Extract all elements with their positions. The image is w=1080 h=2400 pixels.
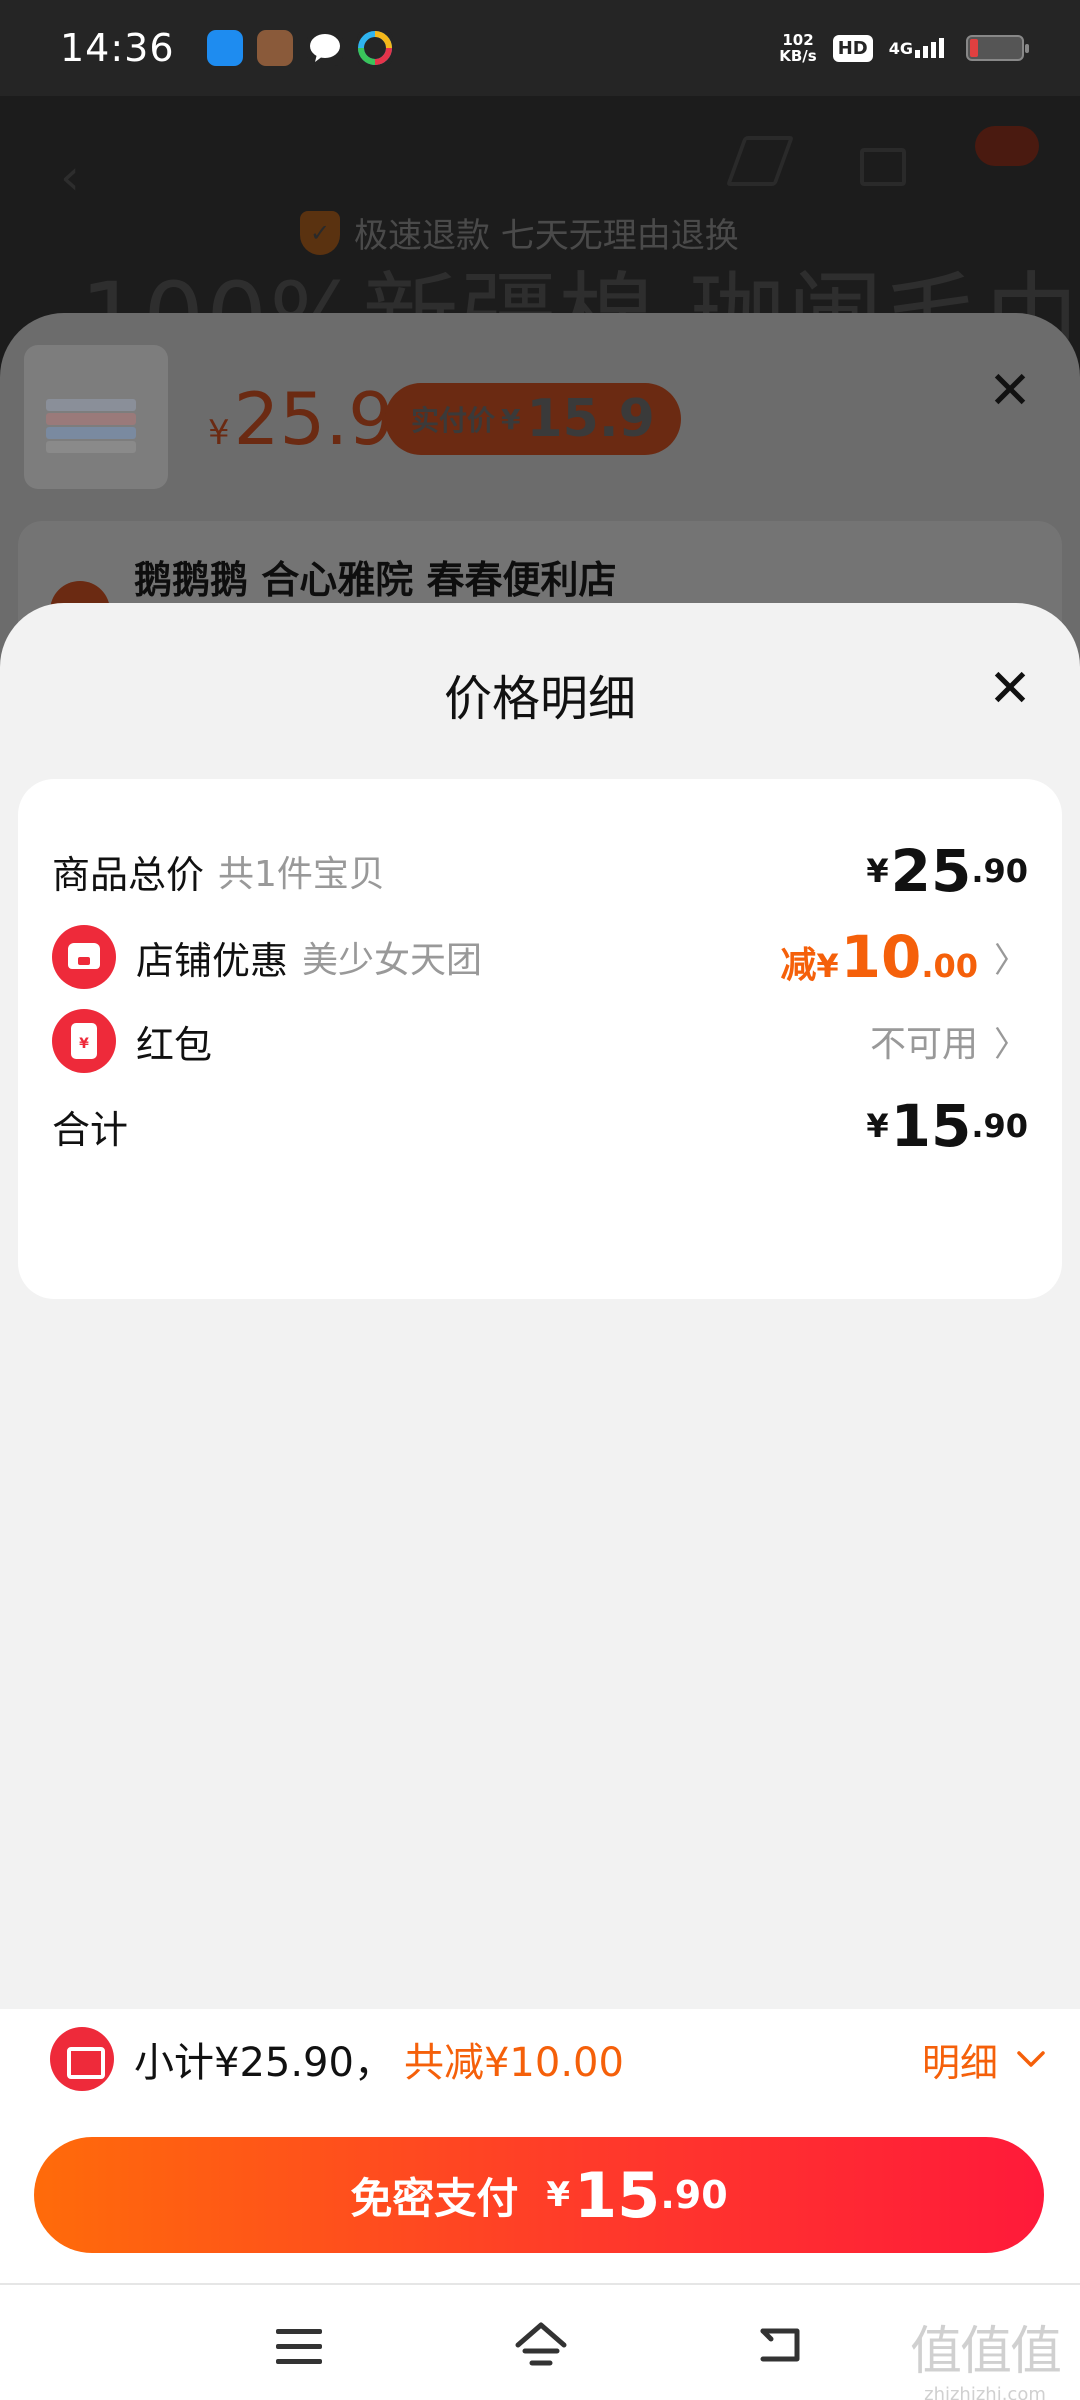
status-bar: 14:36 102 KB/s HD 4G	[0, 0, 1080, 96]
chevron-right-icon: 〉	[994, 1024, 1028, 1065]
network-type: 4G	[888, 39, 913, 58]
price-detail-sheet: 价格明细 ✕ 商品总价 共1件宝贝 ¥ 25 .90 店铺优惠 美少女天团 减 …	[0, 603, 1080, 2400]
hd-icon: HD	[832, 34, 873, 62]
actual-price-currency: ¥	[501, 402, 521, 436]
subtotal-row: 小计¥25.90， 共减¥10.00 明细	[0, 2009, 1080, 2109]
home-icon[interactable]	[514, 2321, 568, 2369]
shop-name: 美少女天团	[302, 940, 483, 981]
currency-symbol: ¥	[866, 1107, 889, 1145]
product-thumbnail	[24, 345, 168, 489]
sum-label: 合计	[52, 1107, 129, 1152]
game-icon	[256, 30, 293, 66]
price-decimal: .90	[971, 1107, 1028, 1145]
chevron-down-icon	[1016, 2042, 1046, 2077]
browser-icon	[356, 30, 393, 66]
actual-price-label: 实付价	[411, 404, 496, 437]
pay-amount-integer: 15	[574, 2158, 661, 2232]
price-integer: 25	[890, 837, 972, 905]
close-icon[interactable]: ✕	[984, 365, 1036, 417]
detail-label: 明细	[921, 2040, 998, 2085]
detail-toggle[interactable]: 明细	[922, 2032, 1046, 2087]
price-decimal: .00	[921, 947, 978, 985]
watermark-url: zhizhizhi.com	[924, 2384, 1046, 2400]
price-detail-card: 商品总价 共1件宝贝 ¥ 25 .90 店铺优惠 美少女天团 减 ¥ 10 .0…	[18, 779, 1062, 1299]
back-icon[interactable]	[757, 2325, 803, 2365]
sheet-title: 价格明细	[443, 671, 636, 727]
row-sum: 合计 ¥ 15 .90	[18, 1076, 1062, 1176]
actual-price-badge: 实付价 ¥ 15.9	[385, 383, 681, 455]
sum-value: ¥ 15 .90	[866, 1092, 1028, 1160]
red-packet-icon: ¥	[52, 1009, 116, 1073]
network-speed: 102 KB/s	[779, 32, 816, 64]
price-integer: 10	[840, 923, 922, 991]
product-price: ¥ 25.9	[208, 377, 394, 461]
price-currency: ¥	[208, 413, 230, 453]
chat-icon	[306, 30, 343, 66]
total-price-label: 商品总价	[52, 852, 205, 897]
price-integer: 15	[890, 1092, 972, 1160]
cart-icon	[860, 148, 906, 186]
system-nav-bar: 值值值 zhizhizhi.com	[0, 2283, 1080, 2400]
total-discount-text: 共减¥10.00	[403, 2040, 624, 2086]
notification-icons	[206, 30, 393, 66]
discount-prefix: 减	[780, 945, 817, 986]
red-packet-label: 红包	[136, 1022, 213, 1067]
cart-badge	[975, 126, 1039, 166]
watermark-text: 值值值	[910, 2322, 1062, 2382]
pay-currency: ¥	[546, 2175, 571, 2215]
pay-label: 免密支付	[350, 2173, 519, 2223]
shop-discount-value: 减 ¥ 10 .00 〉	[780, 923, 1028, 991]
close-icon[interactable]: ✕	[984, 663, 1036, 715]
watermark-logo: 值值值 zhizhizhi.com	[910, 2309, 1062, 2400]
ticket-icon	[50, 2027, 114, 2091]
price-value: 25.9	[233, 377, 394, 461]
price-decimal: .90	[971, 852, 1028, 890]
total-price-value: ¥ 25 .90	[866, 837, 1028, 905]
shop-names: 鹅鹅鹅 合心雅院 春春便利店	[134, 558, 617, 602]
currency-symbol: ¥	[866, 852, 889, 890]
back-arrow-icon: ‹	[60, 148, 80, 206]
status-indicators: 102 KB/s HD 4G	[779, 32, 1029, 64]
row-total-price: 商品总价 共1件宝贝 ¥ 25 .90	[18, 821, 1062, 921]
subtotal-text: 小计¥25.90，	[134, 2040, 394, 2086]
checkout-footer: 小计¥25.90， 共减¥10.00 明细 免密支付 ¥ 15 .90 值值值 …	[0, 2009, 1080, 2400]
pay-amount-decimal: .90	[660, 2173, 728, 2217]
share-icon	[725, 136, 795, 186]
actual-price-value: 15.9	[526, 389, 655, 449]
menu-icon[interactable]	[276, 2329, 322, 2365]
chevron-right-icon: 〉	[994, 940, 1028, 981]
qq-icon	[206, 30, 243, 66]
battery-icon	[966, 35, 1029, 61]
network-speed-unit: KB/s	[779, 47, 817, 65]
currency-symbol: ¥	[816, 947, 839, 985]
red-packet-status: 不可用	[869, 1024, 978, 1065]
item-count: 共1件宝贝	[218, 854, 385, 895]
shop-discount-label: 店铺优惠	[136, 938, 289, 983]
store-icon	[52, 925, 116, 989]
status-time: 14:36	[60, 26, 175, 70]
network-speed-value: 102	[782, 31, 814, 49]
password-free-pay-button[interactable]: 免密支付 ¥ 15 .90	[34, 2137, 1044, 2253]
signal-icon: 4G	[889, 38, 944, 58]
